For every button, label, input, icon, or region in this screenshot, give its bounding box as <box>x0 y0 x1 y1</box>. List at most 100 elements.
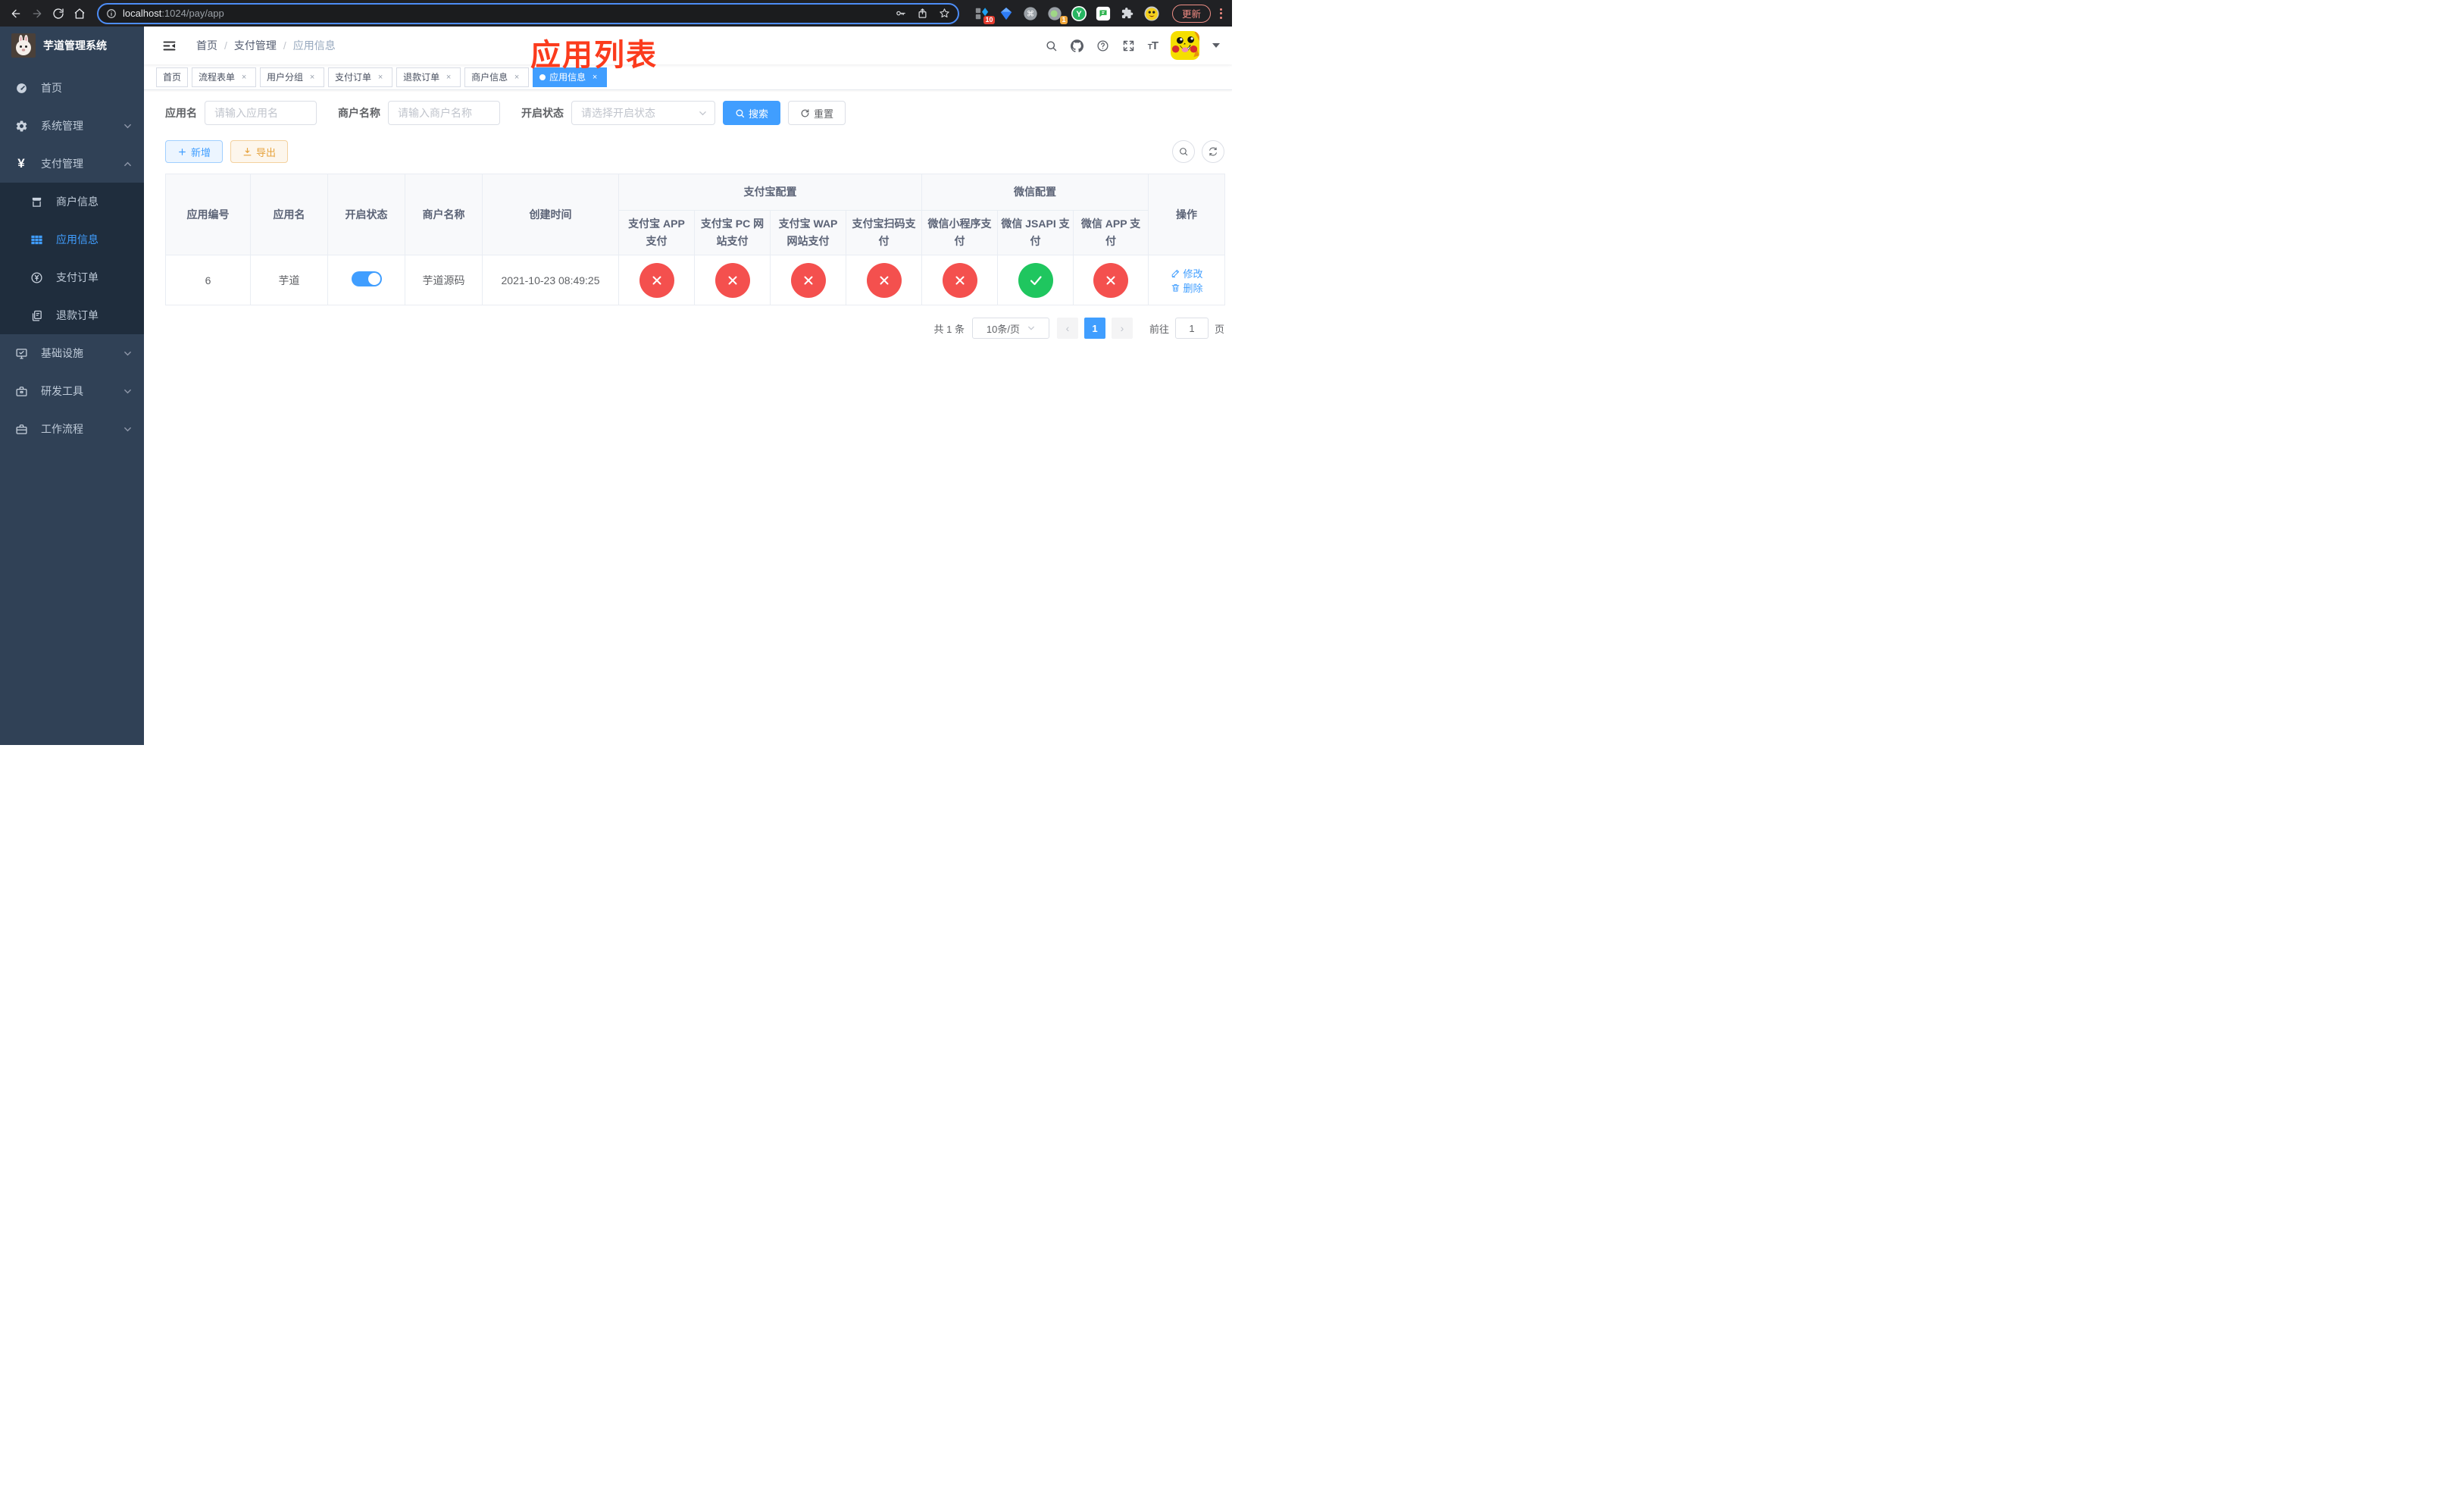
status-cross-icon <box>639 262 674 298</box>
refresh-icon <box>1209 147 1217 156</box>
bookmark-star-icon[interactable] <box>939 8 950 19</box>
extension-chat-icon[interactable] <box>1096 5 1112 21</box>
sidebar-item-system[interactable]: 系统管理 <box>0 107 144 145</box>
search-button[interactable]: 搜索 <box>723 101 781 125</box>
sidebar-item-pay-order[interactable]: 支付订单 <box>0 258 144 296</box>
sidebar: 芋道管理系统 首页 系统管理 ¥ 支付管理 商户信息 应用信息 支付订单 退款订… <box>0 27 144 745</box>
tab-user-group[interactable]: 用户分组 × <box>260 67 325 87</box>
next-page-button[interactable]: › <box>1111 318 1133 339</box>
yen-icon: ¥ <box>17 156 25 171</box>
cell-status <box>327 255 405 305</box>
app-table: 应用编号 应用名 开启状态 商户名称 创建时间 支付宝配置 微信配置 操作 支付… <box>165 174 1226 305</box>
col-header-wx-jsapi: 微信 JSAPI 支付 <box>997 210 1074 255</box>
tab-home[interactable]: 首页 <box>156 67 189 87</box>
annotation-title: 应用列表 <box>530 39 658 72</box>
extension-blocks-icon[interactable]: 10 <box>974 5 995 24</box>
extensions-puzzle-icon[interactable] <box>1120 5 1136 21</box>
browser-home-icon[interactable] <box>70 4 89 23</box>
cell-app-id: 6 <box>165 255 251 305</box>
tab-label: 流程表单 <box>199 72 236 83</box>
extension-gem-icon[interactable] <box>999 5 1015 21</box>
sidebar-item-refund-order[interactable]: 退款订单 <box>0 296 144 334</box>
search-icon[interactable] <box>1045 39 1058 52</box>
tab-close-icon[interactable]: × <box>239 73 249 82</box>
add-button[interactable]: 新增 <box>165 140 224 163</box>
chrome-menu-icon[interactable] <box>1215 5 1226 22</box>
sidebar-item-label: 支付订单 <box>56 271 98 283</box>
delete-link[interactable]: 删除 <box>1171 280 1203 295</box>
sidebar-item-label: 支付管理 <box>41 158 83 170</box>
status-select[interactable]: 请选择开启状态 <box>571 101 715 125</box>
svg-text:Y: Y <box>1077 10 1083 19</box>
edit-link[interactable]: 修改 <box>1171 266 1203 280</box>
extension-command-icon[interactable]: ⌘ <box>1023 5 1039 21</box>
cell-wx-jsapi-status <box>997 255 1074 305</box>
sidebar-item-infrastructure[interactable]: 基础设施 <box>0 334 144 372</box>
browser-reload-icon[interactable] <box>48 4 68 23</box>
sidebar-item-merchant-info[interactable]: 商户信息 <box>0 183 144 221</box>
current-page-button[interactable]: 1 <box>1083 318 1105 339</box>
sidebar-item-devtools[interactable]: 研发工具 <box>0 372 144 410</box>
status-select-placeholder: 请选择开启状态 <box>581 107 655 119</box>
col-header-created: 创建时间 <box>482 174 619 255</box>
breadcrumb-payment[interactable]: 支付管理 <box>234 38 277 53</box>
pencil-icon <box>1171 269 1179 277</box>
browser-forward-icon[interactable] <box>27 4 47 23</box>
pagination-total: 共 1 条 <box>933 323 965 335</box>
export-button[interactable]: 导出 <box>230 140 289 163</box>
sidebar-item-workflow[interactable]: 工作流程 <box>0 410 144 448</box>
reset-button[interactable]: 重置 <box>788 101 846 125</box>
briefcase-icon <box>12 423 30 436</box>
help-icon[interactable] <box>1096 39 1109 52</box>
tab-close-icon[interactable]: × <box>511 73 522 82</box>
status-cross-icon <box>1093 262 1129 298</box>
tab-process-form[interactable]: 流程表单 × <box>192 67 257 87</box>
share-icon[interactable] <box>917 8 928 19</box>
profile-emoji-icon[interactable] <box>1144 5 1160 21</box>
tab-merchant-info[interactable]: 商户信息 × <box>464 67 530 87</box>
tab-close-icon[interactable]: × <box>375 73 386 82</box>
fullscreen-icon[interactable] <box>1122 39 1135 52</box>
sidebar-logo[interactable]: 芋道管理系统 <box>0 27 144 64</box>
sidebar-collapse-icon[interactable] <box>162 39 177 53</box>
refresh-table-button[interactable] <box>1202 140 1224 163</box>
sidebar-item-payment[interactable]: ¥ 支付管理 <box>0 145 144 183</box>
breadcrumb-current: 应用信息 <box>292 39 336 52</box>
enabled-toggle[interactable] <box>351 271 382 286</box>
extension-badge: 1 <box>1059 16 1068 24</box>
app-name-input[interactable] <box>205 101 317 125</box>
col-header-wx-mini: 微信小程序支付 <box>921 210 998 255</box>
reset-button-label: 重置 <box>814 108 834 120</box>
logo-rabbit-avatar <box>11 33 36 58</box>
merchant-name-input[interactable] <box>388 101 500 125</box>
font-size-icon[interactable]: TT <box>1148 39 1159 52</box>
avatar-caret-icon[interactable] <box>1212 43 1220 48</box>
prev-page-button[interactable]: ‹ <box>1056 318 1078 339</box>
app-title: 芋道管理系统 <box>43 39 107 52</box>
show-search-toggle-button[interactable] <box>1172 140 1195 163</box>
tab-close-icon[interactable]: × <box>443 73 454 82</box>
tab-refund-order[interactable]: 退款订单 × <box>396 67 461 87</box>
goto-page-input[interactable] <box>1174 318 1209 339</box>
document-copy-icon <box>27 309 45 322</box>
address-bar[interactable]: localhost:1024/pay/app <box>97 2 959 24</box>
tab-pay-order[interactable]: 支付订单 × <box>328 67 393 87</box>
user-avatar[interactable] <box>1171 31 1199 60</box>
site-info-icon[interactable] <box>106 8 117 19</box>
browser-back-icon[interactable] <box>6 4 26 23</box>
tab-close-icon[interactable]: × <box>307 73 317 82</box>
breadcrumb-home[interactable]: 首页 <box>196 38 217 53</box>
sidebar-item-app-info[interactable]: 应用信息 <box>0 221 144 258</box>
extension-recorder-icon[interactable]: 1 <box>1047 5 1068 24</box>
extension-y-icon[interactable]: Y <box>1071 5 1087 21</box>
col-header-app-id: 应用编号 <box>165 174 251 255</box>
password-key-icon[interactable] <box>895 8 906 19</box>
sidebar-item-home[interactable]: 首页 <box>0 69 144 107</box>
sidebar-item-label: 系统管理 <box>41 120 83 132</box>
chrome-update-button[interactable]: 更新 <box>1171 4 1211 23</box>
page-size-select[interactable]: 10条/页 <box>971 318 1049 339</box>
github-icon[interactable] <box>1070 39 1083 52</box>
tab-label: 支付订单 <box>335 72 372 83</box>
edit-link-label: 修改 <box>1183 268 1203 280</box>
active-tab-dot <box>539 74 546 80</box>
